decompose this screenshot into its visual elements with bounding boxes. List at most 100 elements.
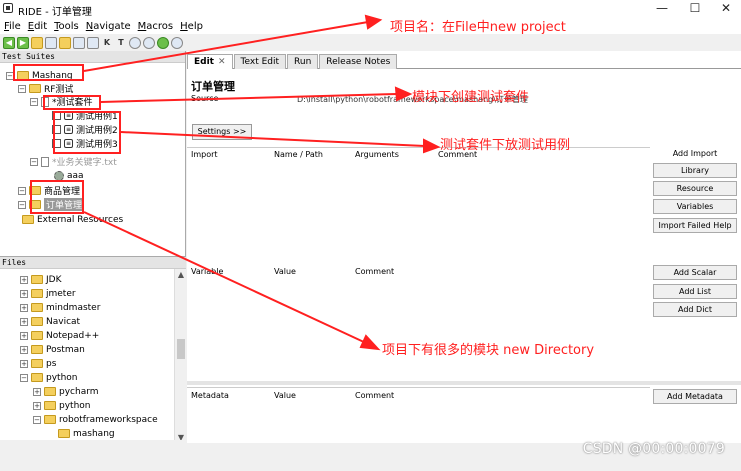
back-arrow-icon[interactable]: ◀ — [3, 36, 15, 49]
test-suites-tree: − Mashang − RF测试 − *测试套件 ≡ 测试用例1 ≡ 测试用例2… — [0, 63, 185, 259]
file-item[interactable]: + python — [33, 399, 90, 412]
import-column-header: Import — [191, 150, 218, 159]
collapse-icon[interactable]: − — [20, 373, 28, 382]
files-horizontal-scrollbar[interactable] — [0, 440, 186, 450]
expand-icon[interactable]: + — [20, 331, 28, 340]
open-directory-icon[interactable] — [59, 36, 71, 49]
expand-icon[interactable]: + — [20, 317, 28, 326]
scroll-thumb[interactable] — [177, 339, 185, 359]
tab-run[interactable]: Run — [287, 54, 319, 69]
menu-tools[interactable]: Tools — [54, 21, 79, 32]
stop-icon[interactable] — [143, 36, 155, 49]
menu-edit[interactable]: Edit — [28, 21, 47, 32]
scroll-up-icon[interactable]: ▲ — [175, 269, 187, 281]
add-dict-button[interactable]: Add Dict — [653, 302, 737, 317]
plugin-icon[interactable] — [157, 36, 169, 49]
tree-node-rf-dir[interactable]: − RF测试 — [18, 82, 73, 95]
collapse-icon[interactable]: − — [18, 200, 26, 209]
keyword-gear-icon — [54, 170, 64, 181]
file-item[interactable]: + jmeter — [20, 287, 76, 300]
value-column-header: Value — [274, 391, 296, 400]
settings-icon[interactable] — [171, 36, 183, 49]
annotation-project-name: 项目名：在File中new project — [390, 20, 566, 35]
annotation-box-suite — [43, 95, 101, 110]
folder-icon — [31, 303, 43, 312]
resource-button[interactable]: Resource — [653, 181, 737, 196]
expand-icon[interactable]: + — [20, 359, 28, 368]
add-scalar-button[interactable]: Add Scalar — [653, 265, 737, 280]
folder-icon — [22, 215, 34, 224]
title-bar: RIDE - 订单管理 — ☐ ✕ — [0, 0, 741, 18]
add-list-button[interactable]: Add List — [653, 284, 737, 299]
collapse-icon[interactable]: − — [18, 84, 26, 93]
forward-arrow-icon[interactable]: ▶ — [17, 36, 29, 49]
file-item[interactable]: + Notepad++ — [20, 329, 99, 342]
file-item[interactable]: + Postman — [20, 343, 85, 356]
collapse-icon[interactable]: − — [18, 186, 26, 195]
expand-icon[interactable]: + — [20, 345, 28, 354]
collapse-icon[interactable]: − — [30, 97, 38, 106]
add-metadata-button[interactable]: Add Metadata — [653, 389, 737, 404]
resource-file-icon — [41, 156, 49, 167]
file-item[interactable]: + JDK — [20, 273, 62, 286]
menu-bar: File Edit Tools Navigate Macros Help — [0, 18, 741, 34]
expand-icon[interactable]: + — [33, 387, 41, 396]
open-folder-icon[interactable] — [31, 36, 43, 49]
tab-text-edit[interactable]: Text Edit — [233, 54, 287, 69]
tree-node-external-resources[interactable]: External Resources — [22, 213, 123, 226]
variable-column-header: Variable — [191, 267, 224, 276]
file-item[interactable]: + ps — [20, 357, 56, 370]
menu-file[interactable]: File — [4, 21, 21, 32]
file-item[interactable]: + Navicat — [20, 315, 80, 328]
metadata-table[interactable] — [187, 387, 650, 443]
editor-pane: Edit ✕ Text Edit Run Release Notes 订单管理 S… — [187, 51, 741, 443]
expand-icon[interactable]: + — [33, 401, 41, 410]
expand-icon[interactable]: + — [20, 289, 28, 298]
annotation-box-project — [13, 64, 84, 81]
import-failed-help-button[interactable]: Import Failed Help — [653, 218, 737, 233]
tab-edit[interactable]: Edit ✕ — [187, 54, 233, 69]
tree-node-keyword-file[interactable]: − *业务关键字.txt — [30, 155, 117, 168]
source-label: Source — [191, 94, 219, 103]
csdn-watermark: CSDN @00:00:0079 — [582, 441, 725, 457]
files-scrollbar[interactable]: ▲ ▼ — [174, 269, 186, 444]
run-icon[interactable] — [129, 36, 141, 49]
comment-column-header: Comment — [355, 267, 395, 276]
folder-icon — [31, 289, 43, 298]
search-tests-icon[interactable]: T — [115, 37, 127, 49]
value-column-header: Value — [274, 267, 296, 276]
file-item[interactable]: + pycharm — [33, 385, 99, 398]
library-button[interactable]: Library — [653, 163, 737, 178]
editor-tabs: Edit ✕ Text Edit Run Release Notes — [187, 54, 741, 69]
tab-release-notes[interactable]: Release Notes — [319, 54, 398, 69]
file-item[interactable]: + mindmaster — [20, 301, 100, 314]
settings-button[interactable]: Settings >> — [192, 124, 252, 140]
menu-navigate[interactable]: Navigate — [86, 21, 131, 32]
file-item[interactable]: − python — [20, 371, 77, 384]
folder-icon — [31, 345, 43, 354]
minimize-button[interactable]: — — [652, 1, 672, 16]
folder-icon — [44, 415, 56, 424]
add-import-button[interactable]: Add Import — [653, 147, 737, 162]
app-icon — [3, 3, 13, 13]
file-item[interactable]: − robotframeworkspace — [33, 413, 158, 426]
save-all-icon[interactable] — [87, 36, 99, 49]
file-item[interactable]: mashang — [58, 427, 115, 440]
collapse-icon[interactable]: − — [30, 157, 38, 166]
collapse-icon[interactable]: − — [33, 415, 41, 424]
new-file-icon[interactable] — [45, 36, 57, 49]
close-button[interactable]: ✕ — [716, 1, 736, 16]
folder-icon — [44, 387, 56, 396]
menu-macros[interactable]: Macros — [138, 21, 174, 32]
maximize-button[interactable]: ☐ — [685, 1, 705, 16]
search-keywords-icon[interactable]: K — [101, 37, 113, 49]
expand-icon[interactable]: + — [20, 275, 28, 284]
variables-button[interactable]: Variables — [653, 199, 737, 214]
name-path-column-header: Name / Path — [274, 150, 323, 159]
tab-close-icon[interactable]: ✕ — [218, 57, 226, 67]
annotation-put-cases: 测试套件下放测试用例 — [440, 138, 571, 153]
expand-icon[interactable]: + — [20, 303, 28, 312]
menu-help[interactable]: Help — [180, 21, 203, 32]
save-icon[interactable] — [73, 36, 85, 49]
folder-icon — [31, 317, 43, 326]
